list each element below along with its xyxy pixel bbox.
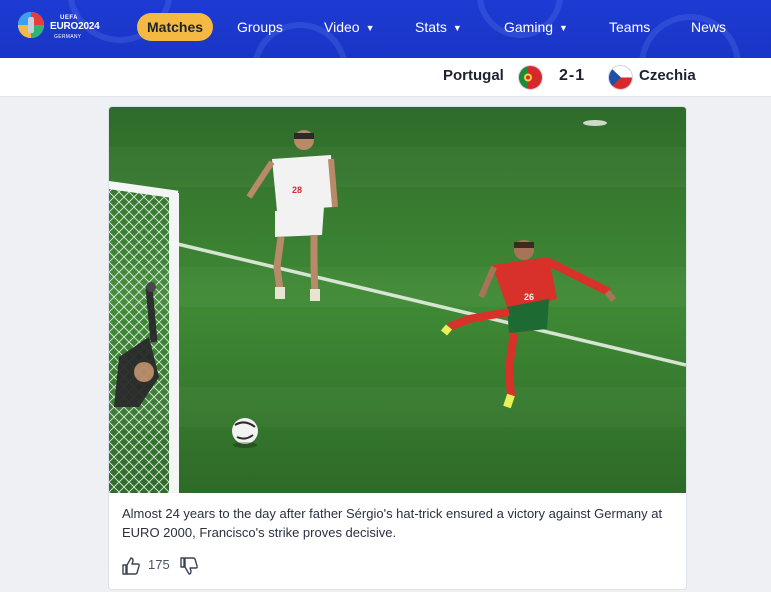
nav-gaming[interactable]: Gaming ▼ bbox=[504, 17, 568, 37]
chevron-down-icon: ▼ bbox=[452, 23, 462, 33]
logo-title: EURO2024 bbox=[50, 21, 100, 32]
match-photo: 28 26 bbox=[109, 107, 686, 493]
nav-gaming-label: Gaming bbox=[504, 19, 554, 35]
chevron-down-icon: ▼ bbox=[365, 23, 375, 33]
portugal-flag-icon bbox=[518, 65, 543, 90]
euro-trophy-icon bbox=[18, 12, 44, 38]
nav-matches[interactable]: Matches bbox=[137, 13, 214, 41]
article-caption: Almost 24 years to the day after father … bbox=[122, 506, 663, 540]
article-card[interactable]: 28 26 Almost 24 years to the day after f… bbox=[108, 106, 687, 590]
match-score-bar[interactable]: Portugal 2-1 Czechia bbox=[0, 58, 771, 97]
nav-stats-label: Stats bbox=[415, 19, 447, 35]
nav-matches-label: Matches bbox=[147, 19, 204, 35]
nav-teams-label: Teams bbox=[609, 19, 651, 35]
svg-text:26: 26 bbox=[524, 292, 534, 302]
away-team-name: Czechia bbox=[639, 67, 696, 84]
nav-news[interactable]: News bbox=[691, 17, 726, 37]
nav-teams[interactable]: Teams bbox=[609, 17, 650, 37]
euro2024-logo[interactable]: UEFA EURO2024 GERMANY bbox=[14, 8, 104, 48]
match-score: 2-1 bbox=[559, 67, 586, 84]
nav-video[interactable]: Video ▼ bbox=[324, 17, 374, 37]
header-pattern bbox=[67, 0, 741, 58]
home-team-name: Portugal bbox=[443, 67, 504, 84]
czechia-flag-icon bbox=[608, 65, 633, 90]
nav-news-label: News bbox=[691, 19, 727, 35]
nav-stats[interactable]: Stats ▼ bbox=[415, 17, 462, 37]
svg-text:28: 28 bbox=[292, 185, 302, 195]
logo-host: GERMANY bbox=[54, 34, 82, 40]
thumbs-up-icon[interactable] bbox=[121, 556, 141, 576]
nav-video-label: Video bbox=[324, 19, 360, 35]
thumbs-down-icon[interactable] bbox=[179, 556, 199, 576]
chevron-down-icon: ▼ bbox=[559, 23, 568, 33]
nav-groups[interactable]: Groups bbox=[237, 17, 283, 37]
top-navigation: UEFA EURO2024 GERMANY Matches Groups Vid… bbox=[0, 0, 771, 58]
like-count: 175 bbox=[148, 557, 170, 572]
nav-groups-label: Groups bbox=[237, 19, 283, 35]
